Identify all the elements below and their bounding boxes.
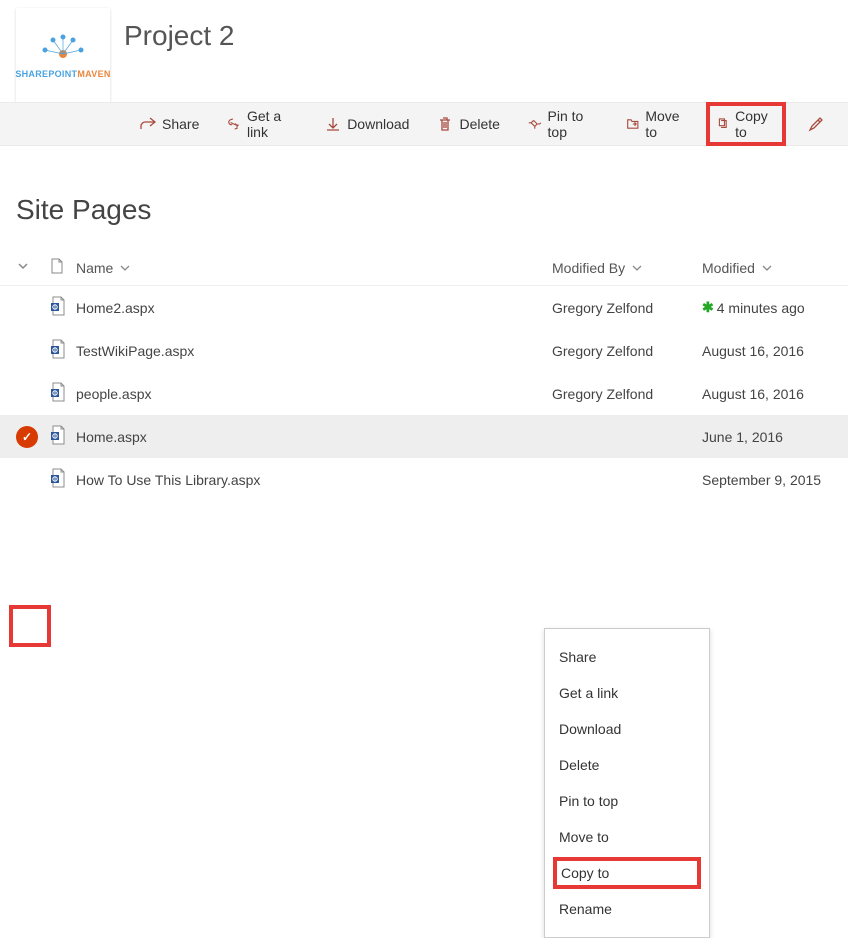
- file-list: Name Modified By Modified Home2.aspxGreg…: [0, 250, 848, 501]
- selected-check-icon[interactable]: ✓: [16, 426, 38, 448]
- chevron-down-icon: [761, 262, 773, 274]
- context-menu-item[interactable]: Move to: [545, 819, 709, 855]
- context-menu-item[interactable]: Delete: [545, 747, 709, 783]
- context-menu: ShareGet a linkDownloadDeletePin to topM…: [544, 628, 710, 938]
- modified-by-cell: Gregory Zelfond: [552, 386, 702, 402]
- table-row[interactable]: TestWikiPage.aspxGregory ZelfondAugust 1…: [0, 329, 848, 372]
- modified-by-cell: Gregory Zelfond: [552, 343, 702, 359]
- chevron-down-icon: [16, 259, 30, 273]
- link-icon: [227, 116, 241, 132]
- share-icon: [140, 116, 156, 132]
- site-title: Project 2: [124, 20, 235, 52]
- table-row[interactable]: people.aspxGregory ZelfondAugust 16, 201…: [0, 372, 848, 415]
- logo-graphic: [33, 32, 93, 62]
- aspx-file-icon: [50, 339, 66, 359]
- modified-cell: August 16, 2016: [702, 343, 832, 359]
- context-menu-item[interactable]: Share: [545, 639, 709, 675]
- context-menu-item[interactable]: Download: [545, 711, 709, 747]
- share-button[interactable]: Share: [130, 110, 209, 138]
- file-name-cell[interactable]: people.aspx: [76, 386, 552, 402]
- file-type-cell: [50, 339, 76, 362]
- modified-cell: June 1, 2016: [702, 429, 832, 445]
- chevron-down-icon: [631, 262, 643, 274]
- file-type-cell: [50, 468, 76, 491]
- delete-button[interactable]: Delete: [427, 110, 509, 138]
- download-icon: [325, 116, 341, 132]
- context-menu-item[interactable]: Pin to top: [545, 783, 709, 819]
- column-headers: Name Modified By Modified: [0, 250, 848, 286]
- chevron-down-icon: [119, 262, 131, 274]
- copy-icon: [716, 116, 730, 132]
- aspx-file-icon: [50, 468, 66, 488]
- modified-column-header[interactable]: Modified: [702, 260, 832, 276]
- file-type-cell: [50, 425, 76, 448]
- modified-cell: September 9, 2015: [702, 472, 832, 488]
- move-icon: [626, 116, 640, 132]
- file-name-cell[interactable]: Home.aspx: [76, 429, 552, 445]
- aspx-file-icon: [50, 425, 66, 445]
- selection-highlight-annotation: [9, 605, 51, 647]
- type-column[interactable]: [50, 258, 76, 277]
- pin-button[interactable]: Pin to top: [518, 102, 608, 146]
- header: SHAREPOINTMAVEN Project 2: [0, 0, 848, 102]
- table-row[interactable]: How To Use This Library.aspx September 9,…: [0, 458, 848, 501]
- file-icon: [50, 258, 64, 274]
- file-type-cell: [50, 382, 76, 405]
- select-all-column[interactable]: [16, 259, 50, 276]
- modified-cell: ✱4 minutes ago: [702, 299, 832, 316]
- download-button[interactable]: Download: [315, 110, 419, 138]
- context-menu-item[interactable]: Copy to: [553, 857, 701, 889]
- modified-by-column-header[interactable]: Modified By: [552, 260, 702, 276]
- site-logo[interactable]: SHAREPOINTMAVEN: [16, 8, 110, 102]
- modified-by-cell: Gregory Zelfond: [552, 300, 702, 316]
- file-name-cell[interactable]: How To Use This Library.aspx: [76, 472, 552, 488]
- aspx-file-icon: [50, 296, 66, 316]
- command-bar: Share Get a link Download Delete Pin to …: [0, 102, 848, 146]
- new-indicator-icon: ✱: [702, 299, 714, 316]
- aspx-file-icon: [50, 382, 66, 402]
- context-menu-item[interactable]: Rename: [545, 891, 709, 927]
- trash-icon: [437, 116, 453, 132]
- table-row[interactable]: Home2.aspxGregory Zelfond✱4 minutes ago: [0, 286, 848, 329]
- library-title: Site Pages: [16, 194, 848, 226]
- context-menu-item[interactable]: Get a link: [545, 675, 709, 711]
- rename-button-partial[interactable]: [798, 110, 840, 138]
- file-type-cell: [50, 296, 76, 319]
- row-selector[interactable]: ✓: [16, 426, 50, 448]
- get-link-button[interactable]: Get a link: [217, 102, 307, 146]
- modified-cell: August 16, 2016: [702, 386, 832, 402]
- name-column-header[interactable]: Name: [76, 260, 552, 276]
- pencil-icon: [808, 116, 824, 132]
- move-to-button[interactable]: Move to: [616, 102, 698, 146]
- copy-to-button[interactable]: Copy to: [706, 102, 786, 146]
- file-name-cell[interactable]: TestWikiPage.aspx: [76, 343, 552, 359]
- file-name-cell[interactable]: Home2.aspx: [76, 300, 552, 316]
- pin-icon: [528, 116, 542, 132]
- table-row[interactable]: ✓ Home.aspx June 1, 2016: [0, 415, 848, 458]
